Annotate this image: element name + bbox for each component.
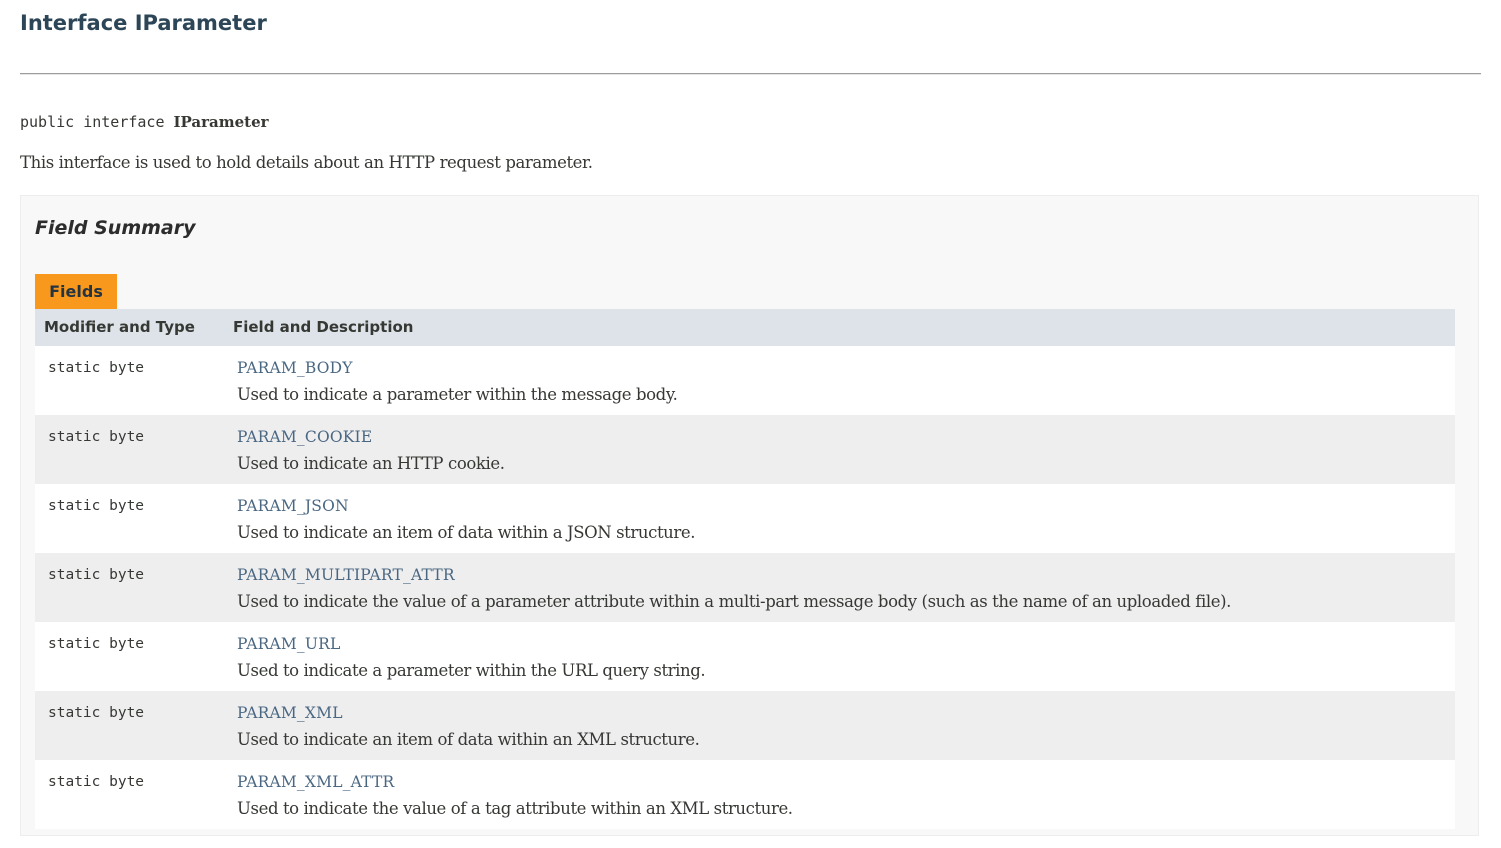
field-description: Used to indicate the value of a tag attr… bbox=[237, 799, 793, 818]
field-summary-table: Modifier and Type Field and Description … bbox=[35, 309, 1455, 829]
modifier-type-cell: static byte bbox=[48, 498, 145, 514]
page-title: Interface IParameter bbox=[20, 11, 267, 35]
table-row: static byte PARAM_XML_ATTR Used to indic… bbox=[35, 760, 1455, 829]
field-link-param-multipart-attr[interactable]: PARAM_MULTIPART_ATTR bbox=[237, 564, 455, 586]
field-link-param-json[interactable]: PARAM_JSON bbox=[237, 495, 349, 517]
modifier-type-cell: static byte bbox=[48, 705, 145, 721]
table-header-row: Modifier and Type Field and Description bbox=[35, 309, 1455, 346]
signature-prefix: public interface bbox=[20, 113, 174, 131]
field-description: Used to indicate an item of data within … bbox=[237, 523, 696, 542]
fields-caption-tab: Fields bbox=[35, 274, 117, 309]
field-description: Used to indicate an HTTP cookie. bbox=[237, 454, 505, 473]
field-summary-heading: Field Summary bbox=[35, 217, 196, 239]
table-row: static byte PARAM_COOKIE Used to indicat… bbox=[35, 415, 1455, 484]
interface-description: This interface is used to hold details a… bbox=[20, 153, 593, 172]
field-summary-section: Field Summary Fields Modifier and Type F… bbox=[20, 195, 1479, 836]
field-description: Used to indicate an item of data within … bbox=[237, 730, 700, 749]
column-header-modifier: Modifier and Type bbox=[44, 318, 195, 336]
field-description: Used to indicate the value of a paramete… bbox=[237, 592, 1231, 611]
table-row: static byte PARAM_BODY Used to indicate … bbox=[35, 346, 1455, 415]
field-link-param-url[interactable]: PARAM_URL bbox=[237, 633, 341, 655]
modifier-type-cell: static byte bbox=[48, 774, 145, 790]
interface-signature: public interface IParameter bbox=[20, 112, 269, 132]
modifier-type-cell: static byte bbox=[48, 360, 145, 376]
title-divider bbox=[20, 73, 1481, 75]
modifier-type-cell: static byte bbox=[48, 636, 145, 652]
column-header-field: Field and Description bbox=[233, 318, 414, 336]
table-row: static byte PARAM_XML Used to indicate a… bbox=[35, 691, 1455, 760]
table-row: static byte PARAM_JSON Used to indicate … bbox=[35, 484, 1455, 553]
field-link-param-cookie[interactable]: PARAM_COOKIE bbox=[237, 426, 372, 448]
modifier-type-cell: static byte bbox=[48, 429, 145, 445]
field-description: Used to indicate a parameter within the … bbox=[237, 385, 678, 404]
field-link-param-xml[interactable]: PARAM_XML bbox=[237, 702, 343, 724]
table-row: static byte PARAM_MULTIPART_ATTR Used to… bbox=[35, 553, 1455, 622]
table-row: static byte PARAM_URL Used to indicate a… bbox=[35, 622, 1455, 691]
modifier-type-cell: static byte bbox=[48, 567, 145, 583]
field-description: Used to indicate a parameter within the … bbox=[237, 661, 706, 680]
signature-type-name: IParameter bbox=[173, 113, 269, 131]
field-link-param-xml-attr[interactable]: PARAM_XML_ATTR bbox=[237, 771, 394, 793]
field-link-param-body[interactable]: PARAM_BODY bbox=[237, 357, 353, 379]
